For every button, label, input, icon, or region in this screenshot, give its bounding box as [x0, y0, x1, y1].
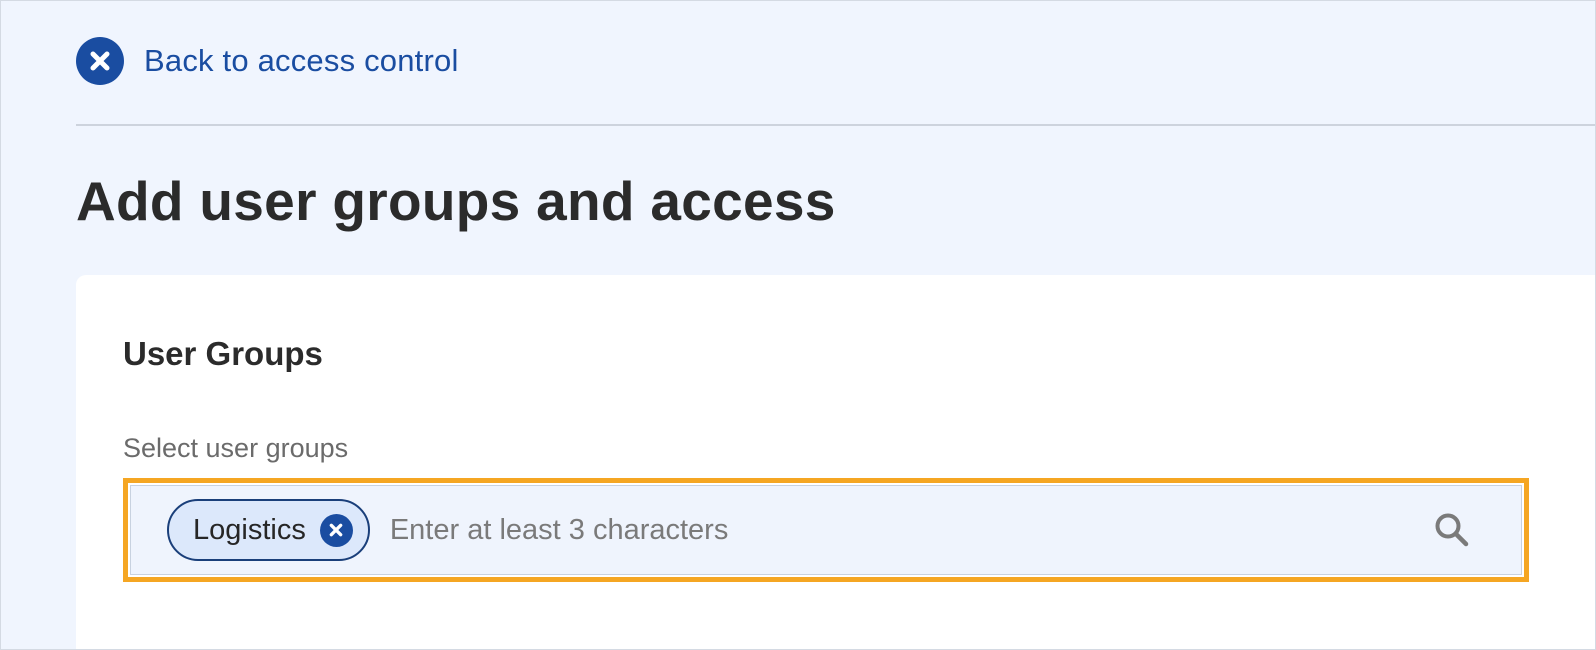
selected-group-chip: Logistics — [167, 499, 370, 561]
user-groups-card: User Groups Select user groups Logistics — [76, 275, 1595, 649]
user-groups-combobox-focus-ring: Logistics — [123, 478, 1529, 582]
header-divider — [76, 124, 1595, 126]
back-to-access-control-link[interactable]: Back to access control — [76, 37, 459, 85]
chip-label: Logistics — [193, 513, 306, 546]
user-groups-search-input[interactable] — [389, 513, 1521, 547]
chip-remove-icon[interactable] — [319, 513, 353, 547]
back-link-label[interactable]: Back to access control — [144, 43, 459, 79]
page-title: Add user groups and access — [76, 170, 836, 232]
close-circle-icon[interactable] — [76, 37, 124, 85]
user-groups-combobox[interactable]: Logistics — [130, 485, 1522, 575]
search-icon[interactable] — [1433, 511, 1471, 549]
page: Back to access control Add user groups a… — [0, 0, 1596, 650]
section-title: User Groups — [123, 335, 323, 372]
field-label: Select user groups — [123, 433, 349, 463]
